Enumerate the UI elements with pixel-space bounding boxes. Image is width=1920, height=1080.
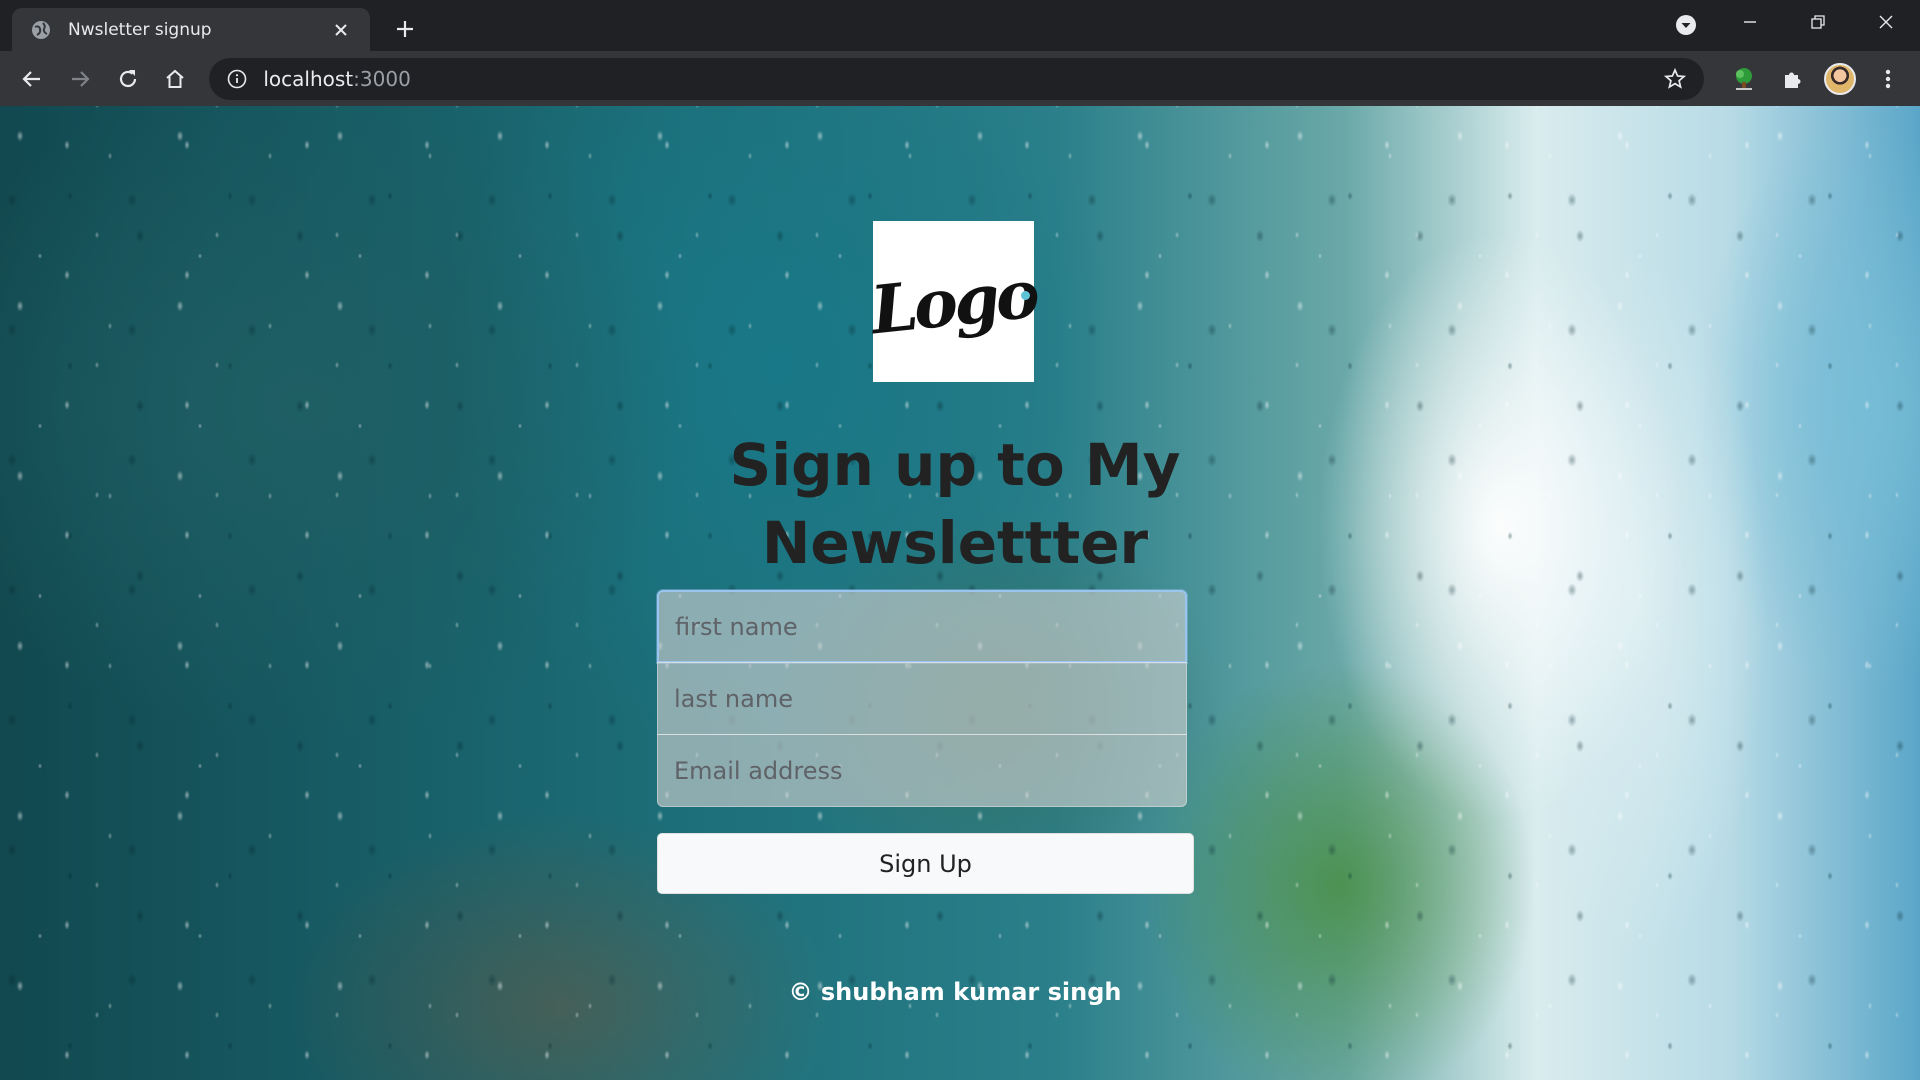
tab-search-icon[interactable] bbox=[1674, 13, 1698, 37]
sign-up-button[interactable]: Sign Up bbox=[657, 833, 1194, 894]
signup-form bbox=[657, 590, 1187, 807]
tab-title: Nwsletter signup bbox=[68, 19, 212, 40]
minimize-icon[interactable] bbox=[1716, 0, 1784, 44]
new-tab-button[interactable] bbox=[388, 12, 422, 46]
info-icon[interactable] bbox=[225, 67, 249, 91]
url-port: :3000 bbox=[353, 66, 411, 91]
browser-menu-icon[interactable] bbox=[1866, 57, 1910, 101]
close-window-icon[interactable] bbox=[1852, 0, 1920, 44]
restore-icon[interactable] bbox=[1784, 0, 1852, 44]
email-input[interactable] bbox=[657, 734, 1187, 807]
forward-icon[interactable] bbox=[58, 57, 102, 101]
extensions-puzzle-icon[interactable] bbox=[1770, 57, 1814, 101]
page-title: Sign up to My Newslettter bbox=[729, 431, 1181, 577]
url-host: localhost bbox=[263, 66, 354, 91]
bookmark-star-icon[interactable] bbox=[1662, 66, 1688, 92]
avatar bbox=[1824, 62, 1857, 95]
first-name-input[interactable] bbox=[657, 590, 1187, 663]
address-bar[interactable]: localhost:3000 bbox=[209, 57, 1705, 100]
logo-dot bbox=[1021, 291, 1030, 300]
globe-icon bbox=[30, 19, 52, 41]
page-viewport: Logo Sign up to My Newslettter Sign Up ©… bbox=[0, 106, 1920, 1080]
tree-extension-icon[interactable] bbox=[1722, 57, 1766, 101]
tab-strip: Nwsletter signup bbox=[0, 0, 1920, 51]
close-tab-icon[interactable] bbox=[328, 17, 354, 43]
logo-text: Logo bbox=[867, 254, 1040, 349]
footer-copyright: © shubham kumar singh bbox=[788, 978, 1122, 1006]
home-icon[interactable] bbox=[154, 57, 198, 101]
browser-toolbar: localhost:3000 bbox=[0, 51, 1920, 106]
browser-tab[interactable]: Nwsletter signup bbox=[12, 8, 370, 51]
profile-avatar[interactable] bbox=[1818, 57, 1862, 101]
logo-image: Logo bbox=[868, 221, 1039, 382]
last-name-input[interactable] bbox=[657, 662, 1187, 735]
reload-icon[interactable] bbox=[106, 57, 150, 101]
back-icon[interactable] bbox=[10, 57, 54, 101]
